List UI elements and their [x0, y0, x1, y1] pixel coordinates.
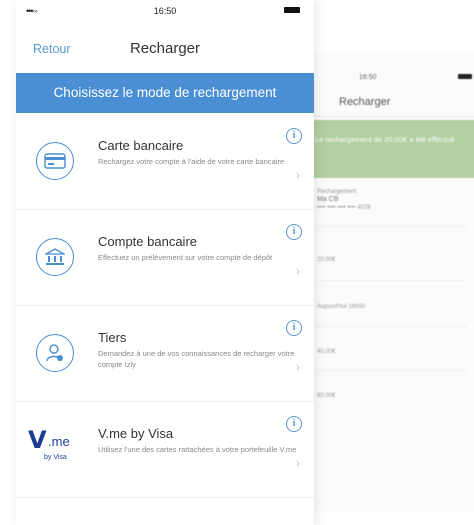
vme-logo-v: V [28, 426, 47, 454]
status-time: 16:50 [153, 6, 177, 16]
option-carte-bancaire[interactable]: Carte bancaire Rechargez votre compte à … [16, 114, 314, 210]
info-icon[interactable]: i [286, 416, 302, 432]
credit-card-icon [36, 142, 74, 180]
back-field-sub: •••• •••• •••• •••• 4078 [317, 205, 371, 211]
info-icon[interactable]: i [286, 128, 302, 144]
status-bar: •••◦◦ 16:50 [16, 0, 314, 20]
vme-logo: V .me by Visa [28, 426, 84, 474]
vme-logo-by: by Visa [44, 454, 67, 461]
battery-icon [284, 7, 300, 13]
back-divider [299, 116, 474, 117]
option-description: Effectuez un prélèvement sur votre compt… [98, 253, 273, 262]
chevron-right-icon: › [296, 264, 300, 278]
back-battery-icon [458, 74, 472, 79]
person-icon [36, 334, 74, 372]
option-description: Demandez à une de vos connaissances de r… [98, 349, 295, 369]
back-line [317, 326, 467, 327]
option-description: Utilisez l'une des cartes rattachées à v… [98, 445, 297, 454]
chevron-right-icon: › [296, 168, 300, 182]
option-description: Rechargez votre compte à l'aide de votre… [98, 157, 285, 166]
back-field-balance: 40,00€ [317, 349, 336, 355]
choose-mode-banner: Choisissez le mode de rechargement [16, 73, 314, 113]
back-field-value: Ma CB [317, 196, 339, 203]
back-success-banner: Le rechargement de 20,00€ a été effectué [299, 120, 474, 178]
option-tiers[interactable]: Tiers Demandez à une de vos connaissance… [16, 306, 314, 402]
bank-icon [36, 238, 74, 276]
back-line [317, 226, 467, 227]
back-field-label: Rechargement [317, 189, 357, 195]
back-field-rechargement: Rechargement Ma CB •••• •••• •••• •••• 4… [317, 188, 371, 212]
recharge-screen: •••◦◦ 16:50 Retour Recharger Choisissez … [16, 0, 314, 525]
back-field-total: 60,00€ [317, 393, 336, 399]
vme-logo-me: .me [48, 434, 70, 449]
option-vme-by-visa[interactable]: V .me by Visa V.me by Visa Utilisez l'un… [16, 402, 314, 498]
back-line [317, 280, 467, 281]
back-screen-title: Recharger [339, 96, 391, 108]
info-icon[interactable]: i [286, 224, 302, 240]
info-icon[interactable]: i [286, 320, 302, 336]
option-title: Tiers [98, 330, 127, 345]
chevron-right-icon: › [296, 456, 300, 470]
option-compte-bancaire[interactable]: Compte bancaire Effectuez un prélèvement… [16, 210, 314, 306]
chevron-right-icon: › [296, 360, 300, 374]
back-field-amount: 20,00€ [317, 257, 336, 263]
nav-bar: Retour Recharger [16, 30, 314, 66]
back-confirmation-screen: 16:50 Recharger Le rechargement de 20,00… [298, 58, 474, 508]
back-field-date: Aujourd'hui 16h50 [317, 304, 366, 310]
back-line [317, 370, 467, 371]
option-title: Compte bancaire [98, 234, 197, 249]
page-title: Recharger [129, 40, 201, 57]
option-title: Carte bancaire [98, 138, 184, 153]
back-status-time: 16:50 [359, 74, 377, 81]
option-title: V.me by Visa [98, 426, 174, 441]
